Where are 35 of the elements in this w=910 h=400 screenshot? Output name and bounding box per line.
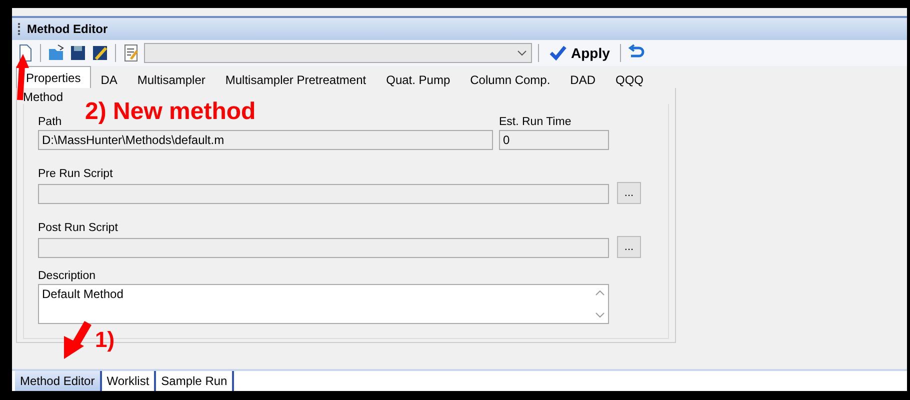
- browse-button[interactable]: ...: [617, 236, 641, 258]
- path-field[interactable]: D:\MassHunter\Methods\default.m: [38, 130, 493, 150]
- tab[interactable]: Multisampler Pretreatment: [215, 69, 376, 88]
- save-icon[interactable]: [69, 44, 87, 62]
- tab[interactable]: Properties: [16, 66, 91, 88]
- tab[interactable]: Multisampler: [127, 69, 216, 88]
- chevron-down-icon: [517, 50, 527, 56]
- document-edit-icon[interactable]: [122, 44, 140, 62]
- checkmark-icon: [549, 45, 567, 61]
- tab[interactable]: DA: [90, 69, 128, 88]
- description-field[interactable]: Default Method: [38, 284, 609, 324]
- browse-button[interactable]: ...: [617, 182, 641, 204]
- annotation-text: 2) New method: [85, 98, 256, 126]
- tab[interactable]: QQQ: [606, 69, 654, 88]
- bottom-tab[interactable]: Method Editor: [15, 371, 102, 391]
- save-as-icon[interactable]: [91, 44, 109, 62]
- arrow-annotation: [64, 321, 92, 359]
- script-field[interactable]: [38, 238, 609, 258]
- grip-icon: [18, 23, 22, 35]
- field-label: Est. Run Time: [499, 116, 572, 128]
- tab[interactable]: Column Comp.: [460, 69, 560, 88]
- script-field[interactable]: [38, 184, 609, 204]
- open-folder-icon[interactable]: [47, 44, 65, 62]
- field-label: Path: [38, 116, 63, 128]
- tab[interactable]: DAD: [560, 69, 606, 88]
- description-text: Default Method: [41, 286, 124, 303]
- tab[interactable]: Quat. Pump: [376, 69, 460, 88]
- window-title: Method Editor: [27, 22, 108, 36]
- field-label: Pre Run Script: [38, 168, 114, 180]
- apply-button[interactable]: Apply: [545, 45, 614, 61]
- annotation-text: 1): [95, 327, 115, 353]
- field-label: Description: [38, 270, 97, 282]
- field-label: Post Run Script: [38, 222, 119, 234]
- group-title: Method: [23, 90, 64, 104]
- run-time-field[interactable]: 0: [499, 130, 609, 150]
